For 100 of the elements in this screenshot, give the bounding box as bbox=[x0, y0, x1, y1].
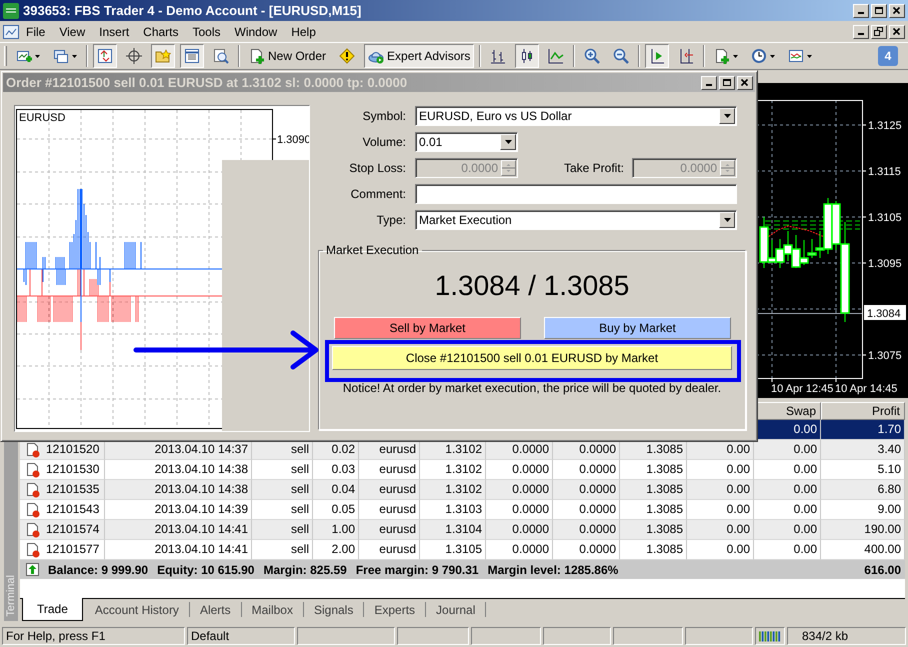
price-quote: 1.3084 / 1.3085 bbox=[434, 269, 630, 303]
document-icon bbox=[26, 542, 40, 558]
dropdown-button[interactable] bbox=[500, 134, 516, 150]
candle bbox=[775, 238, 785, 268]
candle bbox=[799, 240, 809, 266]
restore-button[interactable] bbox=[871, 24, 887, 38]
clock-icon bbox=[751, 48, 768, 64]
zoom-out-icon bbox=[613, 48, 630, 64]
symbol-label: EURUSD bbox=[19, 112, 66, 124]
menu-item[interactable]: Window bbox=[228, 22, 284, 40]
tab[interactable]: Mailbox bbox=[242, 602, 304, 617]
dropdown-button[interactable] bbox=[719, 212, 735, 228]
balance-item: Equity: 10 615.90 bbox=[157, 562, 254, 576]
crosshair-icon bbox=[126, 48, 142, 64]
table-cell-text: 12101530 bbox=[46, 461, 100, 478]
menu-item[interactable]: Help bbox=[284, 22, 323, 40]
status-text: For Help, press F1 bbox=[2, 627, 185, 645]
close-button[interactable] bbox=[889, 4, 905, 18]
toolbar-button[interactable] bbox=[93, 44, 117, 68]
max-icon bbox=[874, 6, 884, 15]
bar-chart-icon bbox=[490, 48, 506, 64]
price-label: 1.3105 bbox=[868, 212, 902, 224]
column-header[interactable]: Profit bbox=[821, 402, 905, 420]
toolbar-button[interactable] bbox=[645, 44, 670, 68]
close-icon bbox=[892, 6, 902, 15]
field-label: Take Profit: bbox=[564, 161, 624, 175]
folder-star-icon bbox=[155, 48, 171, 64]
document-icon bbox=[26, 442, 40, 458]
sell-button[interactable]: Sell by Market bbox=[334, 317, 521, 339]
close-icon bbox=[740, 78, 750, 87]
tab[interactable]: Alerts bbox=[190, 602, 242, 617]
tab[interactable]: Account History bbox=[84, 602, 190, 617]
table-cell-text: 12101520 bbox=[46, 441, 100, 458]
table-row[interactable]: 12101535 2013.04.10 14:38 sell 0.04 eurusd 1.3102 0.0000 0.0000 1.3085 0.00 0.00 6.80 bbox=[20, 480, 905, 500]
minimize-button[interactable] bbox=[853, 4, 869, 18]
menu-item[interactable]: Tools bbox=[186, 22, 228, 40]
table-cell-text: 12101543 bbox=[46, 501, 100, 518]
template-icon bbox=[788, 48, 804, 64]
zoom-in-icon bbox=[584, 48, 600, 64]
caret-icon bbox=[724, 218, 730, 222]
comment-field[interactable] bbox=[415, 184, 737, 204]
notice-text: Notice! At order by market execution, the price will be quoted by dealer. bbox=[342, 381, 722, 395]
close-button[interactable] bbox=[737, 76, 753, 90]
tab[interactable]: Journal bbox=[426, 602, 486, 617]
menu-item[interactable]: Charts bbox=[136, 22, 186, 40]
close-button[interactable] bbox=[889, 24, 905, 38]
table-row[interactable]: 12101577 2013.04.10 14:41 sell 2.00 eurusd 1.3105 0.0000 0.0000 1.3085 0.00 0.00 400.00 bbox=[20, 540, 905, 560]
menu-item[interactable]: File bbox=[19, 22, 52, 40]
tab[interactable]: Trade bbox=[22, 598, 83, 621]
maximize-button[interactable] bbox=[871, 4, 887, 18]
field-label: Symbol: bbox=[362, 109, 406, 123]
chart-window-icon[interactable] bbox=[3, 24, 19, 40]
table-cell-text: 12101574 bbox=[46, 521, 100, 538]
table-cell-text: 12101577 bbox=[46, 541, 100, 558]
close-order-button[interactable]: Close #12101500 sell 0.01 EURUSD by Market bbox=[332, 346, 732, 370]
status-section bbox=[613, 627, 683, 645]
max-icon bbox=[722, 78, 732, 87]
volume-select[interactable]: 0.01 bbox=[415, 132, 518, 152]
price-label: 1.3075 bbox=[868, 350, 902, 362]
app-icon bbox=[3, 2, 19, 18]
price-label: 1.3090 bbox=[277, 134, 310, 146]
time-label: 10 Apr 14:45 bbox=[835, 383, 898, 395]
table-row[interactable]: 12101530 2013.04.10 14:38 sell 0.03 eurusd 1.3102 0.0000 0.0000 1.3085 0.00 0.00 5.10 bbox=[20, 460, 905, 480]
toolbar-button[interactable] bbox=[515, 44, 540, 68]
notification-badge[interactable]: 4 bbox=[878, 46, 898, 66]
windows-icon bbox=[53, 48, 69, 64]
toolbar-button[interactable]: Expert Advisors bbox=[364, 44, 474, 68]
field-label: Stop Loss: bbox=[348, 161, 406, 175]
status-section bbox=[471, 627, 541, 645]
current-price-label: 1.3084 bbox=[864, 305, 906, 320]
restore-icon bbox=[874, 27, 884, 36]
candle bbox=[791, 234, 801, 268]
price-label: 1.3125 bbox=[868, 120, 902, 132]
traffic-info: 834/2 kb bbox=[787, 627, 906, 645]
field-label: Comment: bbox=[350, 187, 406, 201]
symbol-select[interactable]: EURUSD, Euro vs US Dollar bbox=[415, 106, 737, 126]
dropdown-button[interactable] bbox=[719, 108, 735, 124]
document-icon bbox=[26, 502, 40, 518]
table-row[interactable]: 12101574 2013.04.10 14:41 sell 1.00 eurusd 1.3104 0.0000 0.0000 1.3085 0.00 0.00 190.00 bbox=[20, 520, 905, 540]
menu-item[interactable]: View bbox=[52, 22, 92, 40]
tab[interactable]: Signals bbox=[304, 602, 364, 617]
tab[interactable]: Experts bbox=[364, 602, 426, 617]
balance-item: Free margin: 9 790.31 bbox=[356, 562, 479, 576]
table-row[interactable]: 12101543 2013.04.10 14:39 sell 0.05 eurusd 1.3103 0.0000 0.0000 1.3085 0.00 0.00 9.00 bbox=[20, 500, 905, 520]
line-chart-icon bbox=[548, 48, 564, 64]
minimize-button[interactable] bbox=[701, 76, 717, 90]
balance-item: Balance: 9 999.90 bbox=[48, 562, 148, 576]
toolbar-button[interactable]: New Order bbox=[245, 44, 330, 68]
magnifier-document-icon bbox=[213, 48, 229, 64]
type-select[interactable]: Market Execution bbox=[415, 210, 737, 230]
price-label: 1.3095 bbox=[868, 258, 902, 270]
document-icon bbox=[26, 482, 40, 498]
maximize-button[interactable] bbox=[719, 76, 735, 90]
document-plus-icon bbox=[249, 48, 265, 64]
menu-item[interactable]: Insert bbox=[92, 22, 136, 40]
table-row[interactable]: 12101520 2013.04.10 14:37 sell 0.02 eurusd 1.3102 0.0000 0.0000 1.3085 0.00 0.00 3.40 bbox=[20, 440, 905, 460]
minimize-button[interactable] bbox=[853, 24, 869, 38]
buy-button[interactable]: Buy by Market bbox=[544, 317, 731, 339]
status-section bbox=[543, 627, 611, 645]
toolbar-button[interactable] bbox=[180, 44, 204, 68]
